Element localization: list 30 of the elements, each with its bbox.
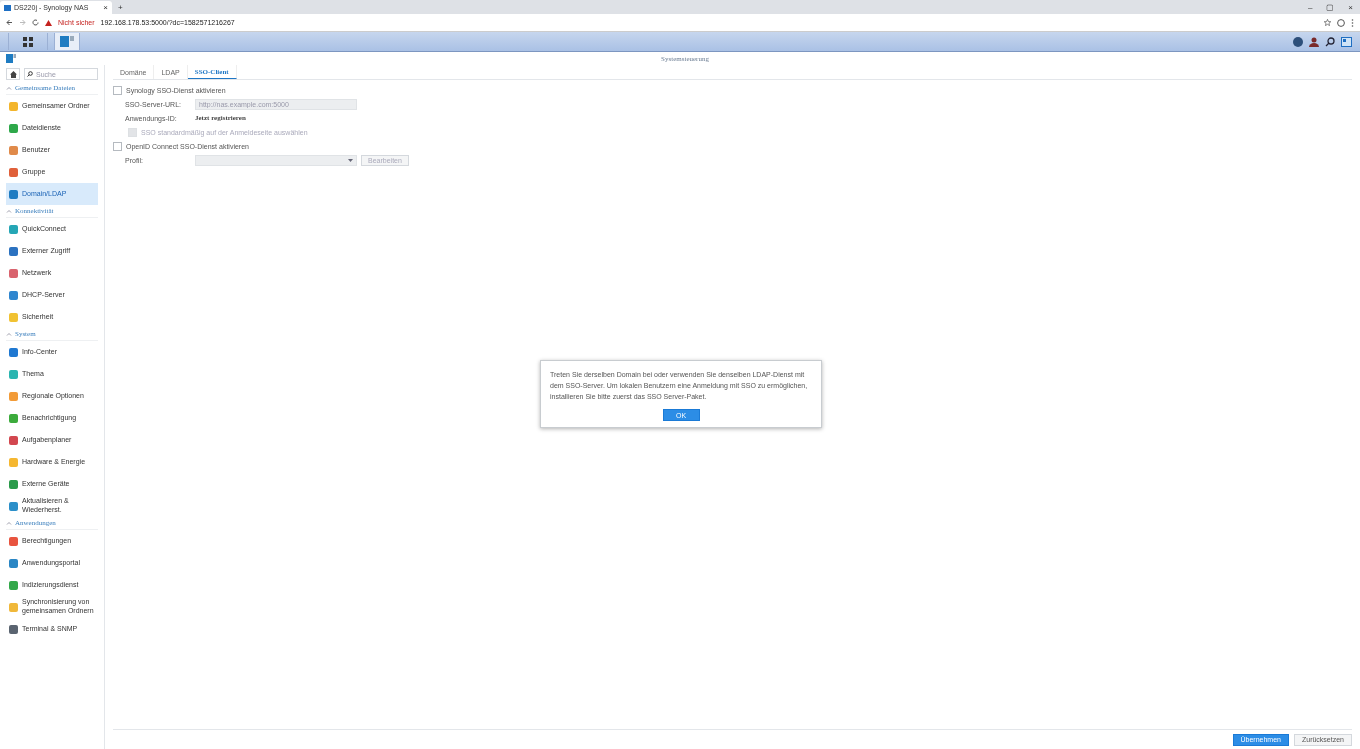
profile-icon[interactable] <box>1337 18 1345 27</box>
window-control[interactable]: ▢ <box>1319 2 1342 12</box>
user-icon[interactable] <box>1309 36 1319 47</box>
chevron-icon <box>6 86 12 90</box>
search-icon <box>27 71 33 77</box>
app-icon <box>6 54 16 63</box>
window-control[interactable]: – <box>1300 2 1320 12</box>
checkbox[interactable] <box>113 141 122 151</box>
chevron-icon <box>6 521 12 525</box>
window-control[interactable]: × <box>1341 2 1360 12</box>
widgets-icon[interactable] <box>1341 36 1352 47</box>
chevron-icon <box>6 332 12 336</box>
home-button[interactable] <box>6 68 20 80</box>
taskbar-button[interactable] <box>8 33 48 50</box>
checkbox[interactable] <box>113 85 122 95</box>
grid-icon <box>23 36 33 47</box>
taskbar-button[interactable] <box>54 33 80 50</box>
star-icon[interactable] <box>1324 19 1331 26</box>
search-icon[interactable] <box>1325 36 1335 47</box>
menu-icon[interactable] <box>1351 18 1354 27</box>
reload-icon[interactable] <box>32 19 39 26</box>
favicon-icon <box>4 4 11 11</box>
control-panel-icon <box>60 36 74 47</box>
caret-icon <box>348 158 353 162</box>
warning-icon <box>45 19 52 26</box>
back-icon[interactable] <box>6 19 13 26</box>
new-tab-button[interactable]: + <box>112 2 129 12</box>
chevron-icon <box>6 209 12 213</box>
home-icon <box>9 70 17 78</box>
tab-close[interactable]: × <box>103 3 108 12</box>
